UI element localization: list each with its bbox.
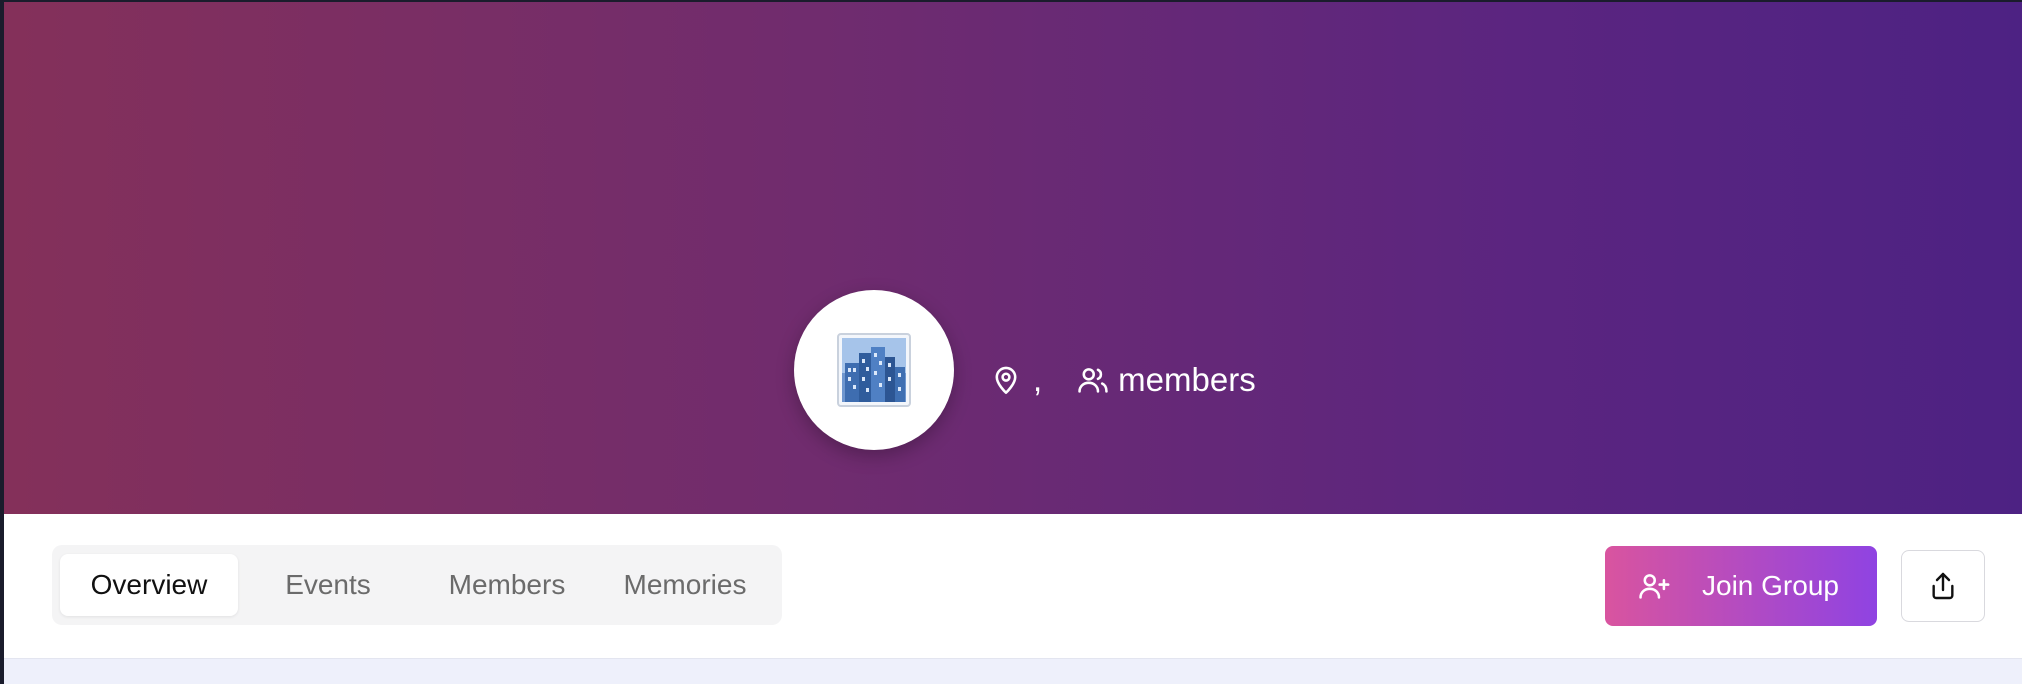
- content-area-top: [4, 658, 2022, 684]
- group-banner: , members: [4, 2, 2022, 514]
- group-meta: , members: [989, 358, 1256, 402]
- join-group-label: Join Group: [1702, 570, 1839, 601]
- group-page: , members Overview Events Members Memori…: [4, 2, 2022, 684]
- map-pin-icon: [989, 363, 1023, 397]
- tab-members[interactable]: Members: [418, 554, 596, 616]
- tab-overview[interactable]: Overview: [60, 554, 238, 616]
- location-text: ,: [1033, 361, 1043, 398]
- join-group-button[interactable]: Join Group: [1605, 546, 1877, 626]
- share-button[interactable]: [1901, 550, 1985, 622]
- users-icon: [1076, 363, 1110, 397]
- tab-events[interactable]: Events: [240, 554, 416, 616]
- members-count-label: members: [1118, 361, 1256, 398]
- group-avatar: [794, 290, 954, 450]
- tab-memories[interactable]: Memories: [596, 554, 774, 616]
- user-plus-icon: [1637, 569, 1671, 603]
- cityscape-icon: [837, 333, 911, 407]
- share-icon: [1927, 570, 1959, 602]
- group-tabs: Overview Events Members Memories: [52, 545, 782, 625]
